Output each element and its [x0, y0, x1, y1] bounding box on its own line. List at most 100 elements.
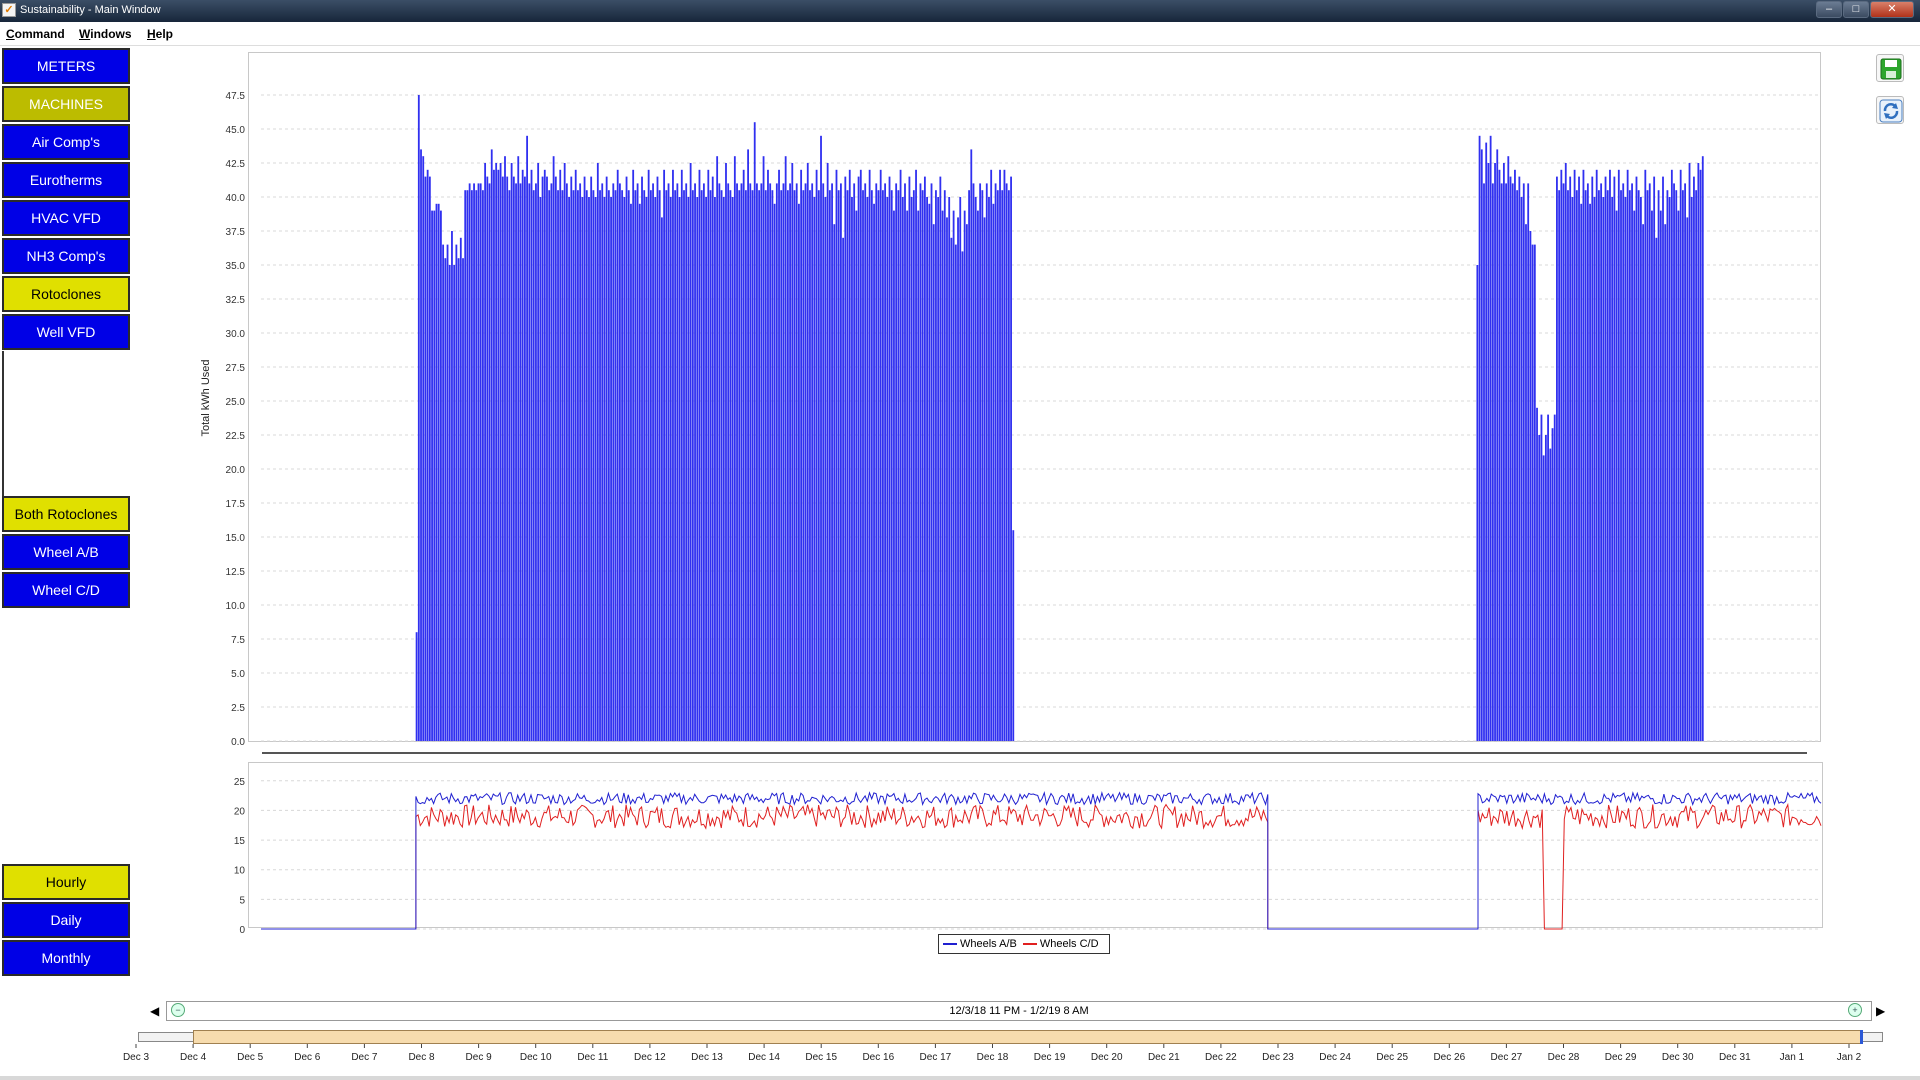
wheel-cd-button[interactable]: Wheel C/D	[2, 572, 130, 608]
nav-air-comps-button[interactable]: Air Comp's	[2, 124, 130, 160]
menu-windows[interactable]: Windows	[79, 27, 132, 41]
bar	[517, 156, 520, 741]
nav-meters-button[interactable]: METERS	[2, 48, 130, 84]
nav-rotoclones-button[interactable]: Rotoclones	[2, 276, 130, 312]
bar	[988, 197, 990, 741]
menu-help[interactable]: Help	[147, 27, 173, 41]
y-tick-label: 20.0	[226, 465, 246, 476]
monthly-button[interactable]: Monthly	[2, 940, 130, 976]
zoom-out-icon[interactable]: −	[171, 1003, 185, 1017]
bar	[1487, 163, 1490, 741]
bar	[727, 183, 730, 741]
bar	[795, 183, 798, 741]
bar	[488, 183, 491, 741]
bar	[448, 265, 451, 741]
bar	[895, 183, 898, 741]
bar	[1516, 190, 1519, 741]
bar	[930, 183, 933, 741]
bar	[687, 197, 690, 741]
bar	[665, 190, 668, 741]
bar	[579, 183, 582, 741]
bar	[813, 197, 816, 741]
bar	[1494, 163, 1496, 741]
bar	[563, 163, 566, 741]
bar	[888, 176, 891, 742]
bar	[848, 169, 851, 742]
bar	[851, 197, 853, 741]
daily-button[interactable]: Daily	[2, 902, 130, 938]
bar	[652, 183, 654, 741]
maximize-button[interactable]: □	[1843, 1, 1869, 18]
y-tick-label: 2.5	[231, 703, 245, 714]
bar	[886, 197, 889, 741]
bar	[912, 190, 915, 741]
date-tick-label: Dec 30	[1662, 1052, 1694, 1063]
bar	[431, 210, 433, 742]
bar	[528, 183, 531, 741]
bar	[961, 251, 964, 741]
scroll-right-arrow-icon[interactable]: ▶	[1876, 1004, 1885, 1018]
bar	[424, 176, 427, 742]
bar	[1571, 197, 1574, 741]
bar	[539, 197, 542, 741]
bar	[744, 190, 747, 741]
bar	[1666, 190, 1669, 741]
bar	[654, 197, 657, 741]
bar	[1677, 210, 1680, 742]
bar	[1693, 176, 1695, 742]
bar	[526, 135, 529, 742]
chart-splitter[interactable]	[262, 752, 1807, 754]
zoom-in-icon[interactable]: +	[1848, 1003, 1862, 1017]
bar	[453, 265, 456, 741]
y-tick-label: 22.5	[226, 431, 246, 442]
hourly-button[interactable]: Hourly	[2, 864, 130, 900]
bar	[565, 183, 568, 741]
bar	[868, 169, 871, 742]
y-tick-label: 45.0	[226, 125, 246, 136]
bar	[486, 176, 489, 742]
bar	[862, 190, 864, 741]
close-button[interactable]: ✕	[1870, 1, 1914, 18]
nav-well-vfd-button[interactable]: Well VFD	[2, 314, 130, 350]
bar	[873, 203, 875, 742]
nav-nh3-comps-button[interactable]: NH3 Comp's	[2, 238, 130, 274]
bar	[1690, 197, 1693, 741]
bar	[1628, 190, 1631, 741]
nav-eurotherms-button[interactable]: Eurotherms	[2, 162, 130, 198]
bar	[959, 197, 962, 741]
overview-current-marker[interactable]	[1860, 1030, 1863, 1044]
y-tick-label: 47.5	[226, 91, 246, 102]
refresh-icon[interactable]	[1876, 96, 1904, 124]
overview-timeline[interactable]	[138, 1030, 1888, 1044]
date-tick-label: Dec 6	[294, 1052, 321, 1063]
time-range-field[interactable]: 12/3/18 11 PM - 1/2/19 8 AM	[166, 1001, 1872, 1021]
bar	[1003, 169, 1006, 742]
bar	[948, 197, 951, 741]
bar	[663, 169, 666, 742]
bar	[853, 183, 856, 741]
bar	[778, 169, 780, 742]
bar	[1659, 210, 1662, 742]
scroll-left-arrow-icon[interactable]: ◀	[150, 1004, 159, 1018]
both-rotoclones-button[interactable]: Both Rotoclones	[2, 496, 130, 532]
bar	[972, 183, 975, 741]
bar	[594, 197, 597, 741]
nav-hvac-vfd-button[interactable]: HVAC VFD	[2, 200, 130, 236]
nav-machines-button[interactable]: MACHINES	[2, 86, 130, 122]
bar	[1498, 169, 1501, 742]
bar	[784, 156, 787, 741]
wheel-ab-button[interactable]: Wheel A/B	[2, 534, 130, 570]
overview-selection[interactable]	[193, 1030, 1861, 1044]
menu-command[interactable]: Command	[6, 27, 65, 41]
y-tick-label: 32.5	[226, 295, 246, 306]
legend-item-cd: Wheels C/D	[1022, 938, 1099, 950]
bar	[1582, 169, 1585, 742]
bar	[718, 183, 721, 741]
save-icon[interactable]	[1876, 54, 1904, 82]
minimize-button[interactable]: –	[1816, 1, 1842, 18]
bar	[512, 176, 515, 742]
bar	[1480, 149, 1483, 741]
bar	[877, 190, 880, 741]
bar	[1518, 176, 1521, 742]
bar	[901, 197, 904, 741]
